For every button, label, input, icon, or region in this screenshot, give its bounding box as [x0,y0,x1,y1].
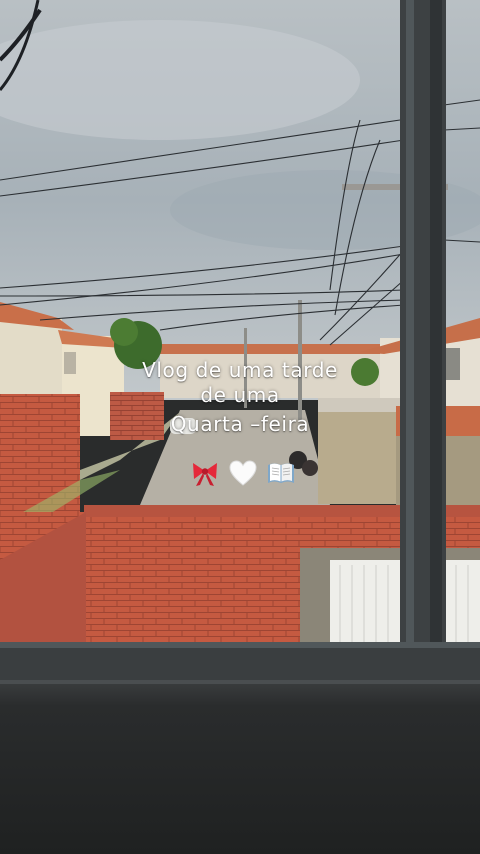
caption-line-1: Vlog de uma tarde [142,358,338,382]
white-heart-icon [229,460,257,486]
caption-line-3: Quarta –feira [170,412,310,436]
caption-line-2: de uma [200,383,280,407]
ribbon-icon [193,463,217,486]
open-book-icon [268,463,294,483]
emoji-row [188,458,298,488]
window-sill [0,680,480,854]
video-caption: Vlog de uma tarde de uma Quarta –feira [0,358,480,437]
